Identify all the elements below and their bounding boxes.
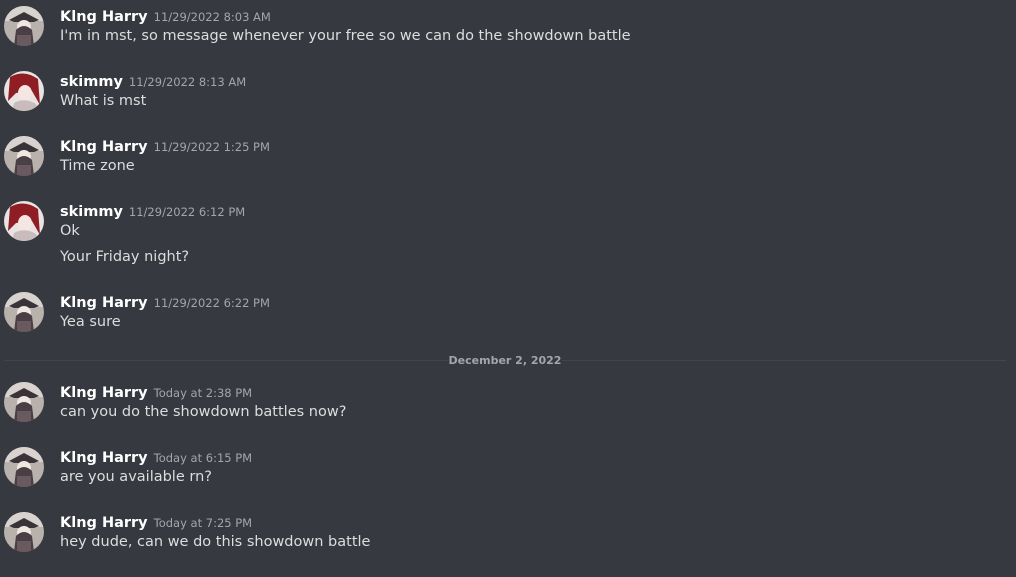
harry-avatar[interactable]	[4, 136, 44, 176]
message-author[interactable]: skimmy	[60, 204, 123, 220]
harry-avatar[interactable]	[4, 6, 44, 46]
harry-avatar[interactable]	[4, 382, 44, 422]
message-timestamp: 11/29/2022 8:03 AM	[153, 10, 271, 24]
message-timestamp: 11/29/2022 1:25 PM	[153, 140, 270, 154]
message-text: are you available rn?	[60, 469, 212, 485]
message-timestamp: 11/29/2022 6:22 PM	[153, 296, 270, 310]
message-author[interactable]: skimmy	[60, 74, 123, 90]
message-text: Yea sure	[60, 314, 121, 330]
message-text: Time zone	[60, 158, 135, 174]
message-timestamp: 11/29/2022 6:12 PM	[128, 205, 246, 219]
message-author[interactable]: Klng Harry	[60, 9, 148, 25]
message-text: I'm in mst, so message whenever your fre…	[60, 28, 631, 44]
skimmy-avatar[interactable]	[4, 71, 44, 111]
message-text: Ok	[60, 223, 80, 239]
harry-avatar[interactable]	[4, 292, 44, 332]
harry-avatar[interactable]	[4, 512, 44, 552]
message-author[interactable]: Klng Harry	[60, 515, 148, 531]
skimmy-avatar[interactable]	[4, 201, 44, 241]
message-timestamp: Today at 2:38 PM	[153, 386, 253, 400]
message-text: Your Friday night?	[60, 249, 190, 265]
message-text: can you do the showdown battles now?	[60, 404, 347, 420]
date-divider-label: December 2, 2022	[448, 353, 562, 368]
message-timestamp: Today at 6:15 PM	[153, 451, 253, 465]
message-author[interactable]: Klng Harry	[60, 385, 148, 401]
message-author[interactable]: Klng Harry	[60, 295, 148, 311]
message-timestamp: 11/29/2022 8:13 AM	[128, 75, 247, 89]
chat-messages: Klng Harry 11/29/2022 8:03 AM I'm in mst,…	[0, 0, 1016, 577]
message-author[interactable]: Klng Harry	[60, 450, 148, 466]
message-text: What is mst	[60, 93, 147, 109]
harry-avatar[interactable]	[4, 447, 44, 487]
message-timestamp: Today at 7:25 PM	[153, 516, 253, 530]
message-author[interactable]: Klng Harry	[60, 139, 148, 155]
message-text: hey dude, can we do this showdown battle	[60, 534, 371, 550]
